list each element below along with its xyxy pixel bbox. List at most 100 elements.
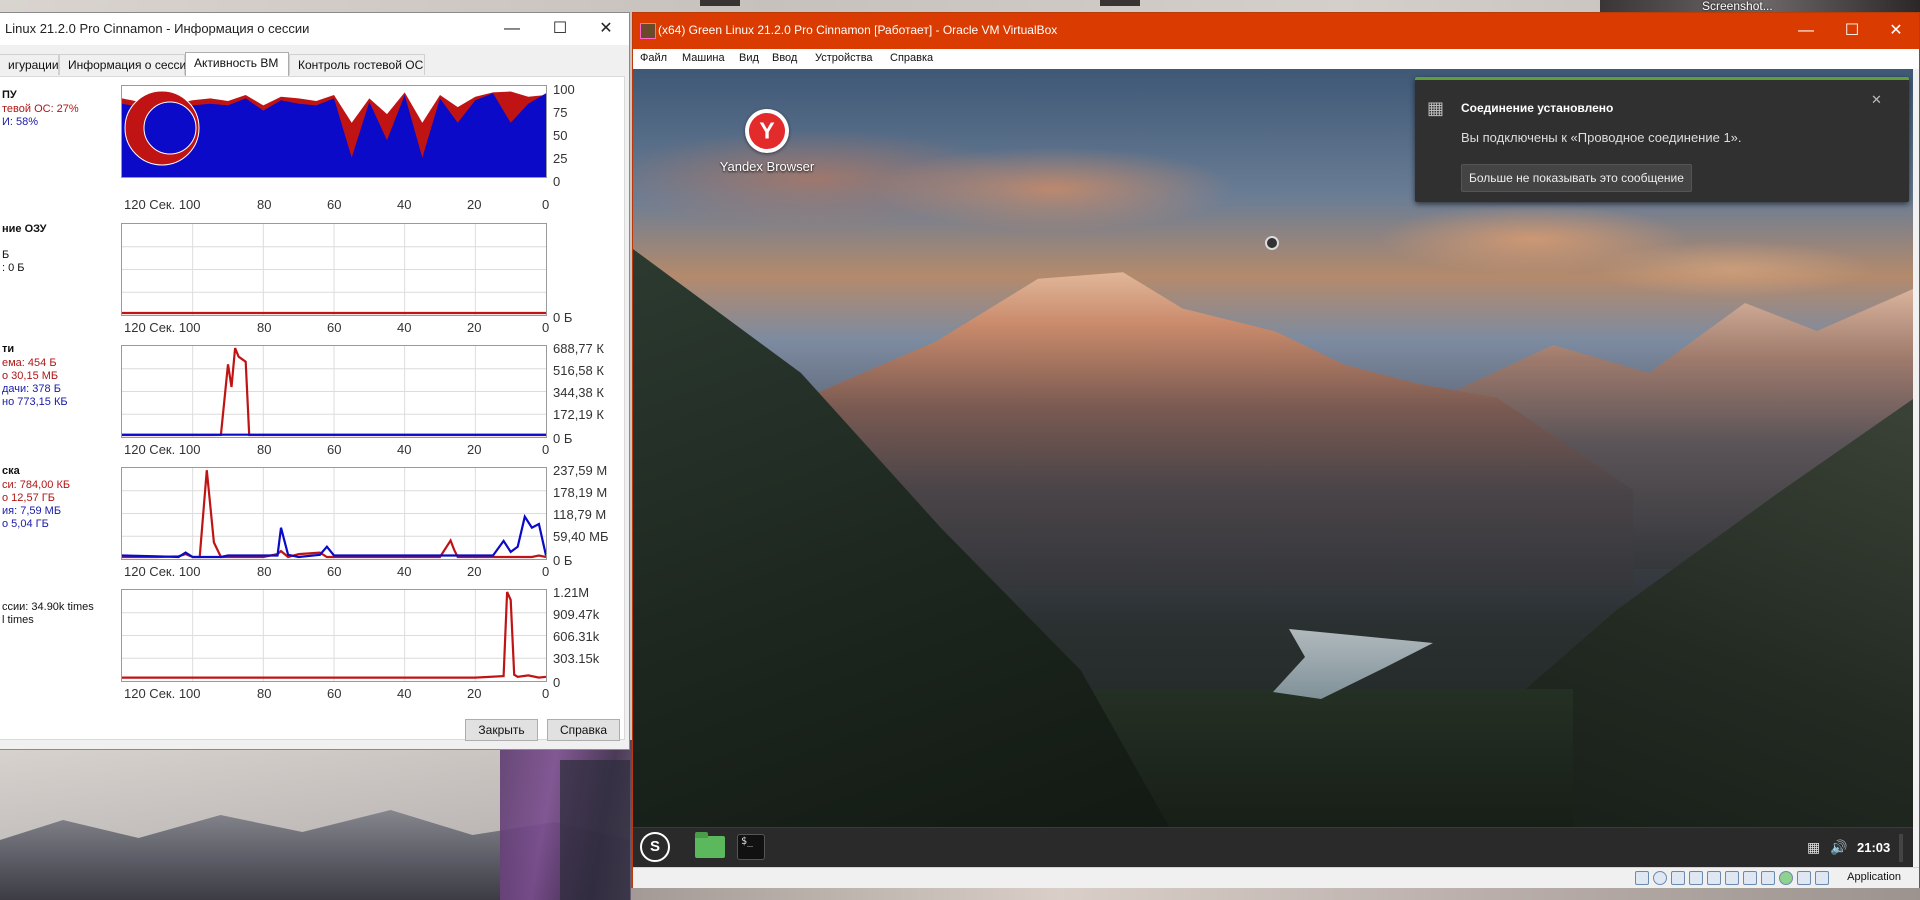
cpu-pie-inner (143, 101, 197, 155)
x-tick: 0 (542, 686, 550, 701)
tab-vm-activity[interactable]: Активность ВМ (185, 52, 289, 76)
help-button[interactable]: Справка (547, 719, 620, 741)
vertical-scrollbar[interactable] (1913, 69, 1919, 867)
disk-read-total: о 12,57 ГБ (2, 492, 55, 504)
x-tick: 20 (467, 686, 482, 701)
network-scale-label: 0 Б (553, 431, 573, 446)
hard-disk-icon[interactable] (1635, 871, 1649, 885)
maximize-icon[interactable]: ☐ (537, 13, 583, 45)
network-rx-total: о 30,15 МБ (2, 370, 59, 382)
menu-button[interactable]: S (640, 832, 670, 862)
cpu-graph (121, 85, 547, 178)
mouse-integration-icon[interactable] (1797, 871, 1811, 885)
menu-file[interactable]: Файл (640, 52, 667, 64)
video-capture-icon[interactable] (1761, 871, 1775, 885)
host-wallpaper-figure (560, 760, 630, 900)
menu-input[interactable]: Ввод (772, 52, 797, 64)
close-icon[interactable]: ✕ (583, 13, 629, 45)
vbox-titlebar[interactable]: (x64) Green Linux 21.2.0 Pro Cinnamon [Р… (633, 13, 1919, 49)
x-tick: 0 (542, 197, 550, 212)
close-icon[interactable]: ✕ (1871, 92, 1882, 108)
disk-header: ска (2, 465, 20, 477)
dont-show-again-button[interactable]: Больше не показывать это сообщение (1461, 164, 1692, 192)
close-icon[interactable]: ✕ (1873, 13, 1919, 49)
notification-title: Соединение установлено (1461, 101, 1614, 115)
shared-folders-icon[interactable] (1725, 871, 1739, 885)
cpu-scale-label: 75 (553, 105, 568, 120)
network-scale-label: 516,58 К (553, 363, 604, 378)
host-window-edge (700, 0, 740, 6)
menu-machine[interactable]: Машина (682, 52, 725, 64)
session-titlebar[interactable]: Linux 21.2.0 Pro Cinnamon - Информация о… (0, 13, 629, 45)
x-tick: 120 Сек. 100 (124, 197, 201, 212)
network-scale-label: 688,77 К (553, 341, 604, 356)
host-window-edge (1100, 0, 1140, 6)
guest-screen[interactable]: Y Yandex Browser ▦ Соединение установлен… (633, 69, 1913, 867)
disk-scale-label: 237,59 М (553, 463, 608, 478)
audio-icon[interactable] (1671, 871, 1685, 885)
display-icon[interactable] (1743, 871, 1757, 885)
maximize-icon[interactable]: ☐ (1829, 13, 1875, 49)
clock[interactable]: 21:03 (1857, 840, 1890, 855)
ram-line: : 0 Б (2, 262, 25, 274)
yandex-browser-icon[interactable]: Y (745, 109, 789, 153)
network-icon: ▦ (1427, 98, 1445, 118)
minimize-icon[interactable]: — (1783, 13, 1829, 49)
tab-session-info[interactable]: Информация о сессии (59, 54, 193, 75)
vm-activity-panel: ПУ тевой ОС: 27% И: 58% 100 75 50 25 0 1… (0, 76, 625, 740)
network-x-axis: 120 Сек. 100 80 60 40 20 0 (122, 442, 552, 457)
x-tick: 120 Сек. 100 (124, 320, 201, 335)
cpu-activity-icon[interactable] (1779, 871, 1793, 885)
virtualbox-window: (x64) Green Linux 21.2.0 Pro Cinnamon [Р… (632, 12, 1920, 888)
host-key-label: Application (1847, 871, 1901, 883)
disk-write-rate: ия: 7,59 МБ (2, 505, 62, 517)
session-tabs: игурации Информация о сессии Активность … (0, 52, 629, 76)
virtualbox-icon[interactable] (640, 23, 656, 39)
x-tick: 40 (397, 686, 412, 701)
network-graph (121, 345, 547, 438)
disk-x-axis: 120 Сек. 100 80 60 40 20 0 (122, 564, 552, 579)
x-tick: 80 (257, 686, 272, 701)
desktop-icon-yandex-browser[interactable]: Y Yandex Browser (705, 109, 815, 179)
ram-header: ние ОЗУ (2, 223, 47, 235)
keyboard-icon[interactable] (1815, 871, 1829, 885)
mouse-cursor-icon (1265, 236, 1279, 250)
close-button[interactable]: Закрыть (465, 719, 538, 741)
disk-scale-label: 59,40 МБ (553, 529, 609, 544)
x-tick: 80 (257, 564, 272, 579)
x-tick: 80 (257, 197, 272, 212)
tab-guest-control[interactable]: Контроль гостевой ОС (289, 54, 425, 75)
x-tick: 60 (327, 686, 342, 701)
network-adapter-icon[interactable] (1689, 871, 1703, 885)
vmexits-x-axis: 120 Сек. 100 80 60 40 20 0 (122, 686, 552, 701)
cpu-scale-label: 25 (553, 151, 568, 166)
minimize-icon[interactable]: — (489, 13, 535, 45)
optical-drive-icon[interactable] (1653, 871, 1667, 885)
tab-configuration[interactable]: игурации (0, 54, 59, 75)
menu-devices[interactable]: Устройства (815, 52, 873, 64)
window-title: (x64) Green Linux 21.2.0 Pro Cinnamon [Р… (658, 23, 1058, 37)
menu-help[interactable]: Справка (890, 52, 933, 64)
x-tick: 60 (327, 442, 342, 457)
panel-grip[interactable] (1899, 834, 1903, 862)
cpu-guest-load: тевой ОС: 27% (2, 103, 79, 115)
network-notification: ▦ Соединение установлено Вы подключены к… (1415, 77, 1909, 202)
terminal-icon[interactable]: $_ (737, 834, 765, 860)
disk-write-total: о 5,04 ГБ (2, 518, 49, 530)
network-tray-icon[interactable]: ▦ (1807, 839, 1820, 856)
network-tx-total: но 773,15 КБ (2, 396, 68, 408)
x-tick: 80 (257, 442, 272, 457)
folder-icon[interactable] (695, 832, 725, 858)
network-scale-label: 344,38 К (553, 385, 604, 400)
notification-body: Вы подключены к «Проводное соединение 1»… (1461, 130, 1742, 145)
x-tick: 20 (467, 564, 482, 579)
menu-view[interactable]: Вид (739, 52, 759, 64)
disk-scale-label: 0 Б (553, 553, 573, 568)
disk-graph (121, 467, 547, 560)
cpu-scale-label: 0 (553, 174, 561, 189)
volume-icon[interactable]: 🔊 (1830, 839, 1847, 856)
window-title: Linux 21.2.0 Pro Cinnamon - Информация о… (5, 21, 310, 36)
network-rx-rate: ема: 454 Б (2, 357, 57, 369)
usb-icon[interactable] (1707, 871, 1721, 885)
x-tick: 0 (542, 564, 550, 579)
